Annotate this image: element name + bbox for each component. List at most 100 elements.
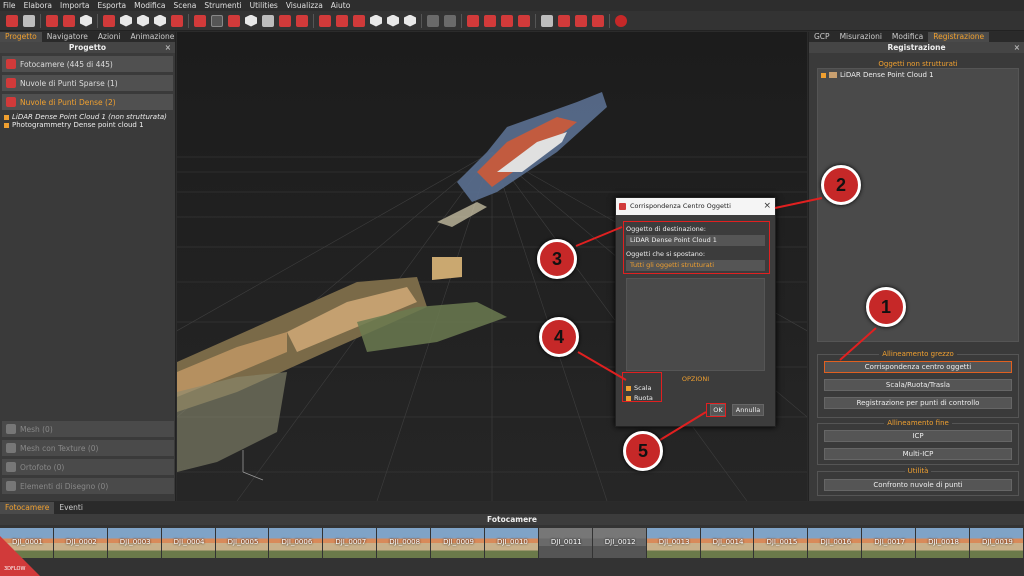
sparse-cloud-section[interactable]: Nuvole di Punti Sparse (1) — [2, 75, 173, 91]
menu-importa[interactable]: Importa — [60, 1, 90, 10]
camera-thumbnail[interactable]: DJI_0014 — [700, 528, 754, 558]
camera-thumbnail[interactable]: DJI_0010 — [485, 528, 538, 558]
camera-thumbnail[interactable]: DJI_0007 — [323, 528, 377, 558]
camera-thumbnail[interactable]: DJI_0005 — [215, 528, 269, 558]
camera-thumbnail[interactable]: DJI_0006 — [269, 528, 323, 558]
new-project-icon[interactable] — [6, 14, 18, 27]
menu-strumenti[interactable]: Strumenti — [204, 1, 241, 10]
undo-icon[interactable] — [427, 14, 439, 27]
tab-modifica[interactable]: Modifica — [887, 32, 928, 42]
camera-view-icon[interactable] — [319, 14, 331, 27]
point-mode-icon[interactable] — [211, 14, 223, 27]
tab-azioni[interactable]: Azioni — [93, 32, 126, 42]
camera-thumbnail[interactable]: DJI_0017 — [862, 528, 916, 558]
menu-modifica[interactable]: Modifica — [134, 1, 165, 10]
menu-file[interactable]: File — [3, 1, 16, 10]
thumbnail-label: DJI_0002 — [65, 538, 97, 546]
script-icon[interactable] — [541, 14, 553, 27]
menu-utilities[interactable]: Utilities — [250, 1, 278, 10]
tab-progetto[interactable]: Progetto — [0, 32, 42, 42]
close-icon[interactable]: × — [763, 198, 771, 215]
camera-thumbnail[interactable]: DJI_0015 — [754, 528, 808, 558]
control-point-registration-button[interactable]: Registrazione per punti di controllo — [824, 397, 1012, 409]
settings-icon[interactable] — [558, 14, 570, 27]
target-icon[interactable] — [336, 14, 348, 27]
tab-registrazione[interactable]: Registrazione — [928, 32, 990, 42]
menu-visualizza[interactable]: Visualizza — [286, 1, 323, 10]
camera-thumbnail[interactable]: DJI_0011 — [538, 528, 592, 558]
camera-thumbnail[interactable]: DJI_0019 — [970, 528, 1023, 558]
cube-settings-icon[interactable] — [575, 14, 587, 27]
scale-rotate-translate-button[interactable]: Scala/Ruota/Trasla — [824, 379, 1012, 391]
points-icon[interactable] — [228, 14, 240, 27]
dense-cloud-section[interactable]: Nuvole di Punti Dense (2) — [2, 94, 173, 110]
hex-add-icon[interactable] — [404, 14, 416, 27]
cameras-icon[interactable] — [46, 14, 58, 27]
triangles-icon[interactable] — [245, 14, 257, 27]
mesh-tri-icon[interactable] — [279, 14, 291, 27]
mesh-section[interactable]: Mesh (0) — [2, 421, 174, 437]
camera-thumbnail[interactable]: DJI_0008 — [377, 528, 431, 558]
transform-icon[interactable] — [467, 14, 479, 27]
ortho-icon[interactable] — [154, 14, 166, 27]
hex-icon[interactable] — [370, 14, 382, 27]
tab-eventi[interactable]: Eventi — [54, 502, 88, 514]
dense-cloud-icon[interactable] — [103, 14, 115, 27]
orbit-icon[interactable] — [194, 14, 206, 27]
unstructured-list: LiDAR Dense Point Cloud 1 — [817, 68, 1019, 342]
cameras-section[interactable]: Fotocamere (445 di 445) — [2, 56, 173, 72]
icp-button[interactable]: ICP — [824, 430, 1012, 442]
menu-elabora[interactable]: Elabora — [24, 1, 52, 10]
thumbnail-label: DJI_0013 — [658, 538, 690, 546]
camera-thumbnail[interactable]: DJI_0013 — [646, 528, 700, 558]
close-icon[interactable]: × — [165, 42, 171, 53]
tab-gcp[interactable]: GCP — [809, 32, 835, 42]
camera-thumbnail[interactable]: DJI_0009 — [431, 528, 485, 558]
brand-logo-text: 3DFLOW — [4, 566, 26, 572]
unstructured-item[interactable]: LiDAR Dense Point Cloud 1 — [818, 71, 1018, 79]
drawing-section[interactable]: Elementi di Disegno (0) — [2, 478, 174, 494]
moving-objects-list[interactable] — [626, 278, 765, 371]
tab-animazione[interactable]: Animazione — [125, 32, 179, 42]
cancel-button[interactable]: Annulla — [732, 404, 764, 416]
cube-icon[interactable] — [80, 14, 92, 27]
left-panel: Progetto Navigatore Azioni Animazione Pr… — [0, 32, 176, 501]
texture-icon[interactable] — [137, 14, 149, 27]
menu-aiuto[interactable]: Aiuto — [331, 1, 351, 10]
chart-icon[interactable] — [518, 14, 530, 27]
compare-clouds-button[interactable]: Confronto nuvole di punti — [824, 479, 1012, 491]
camera-thumbnail[interactable]: DJI_0004 — [161, 528, 215, 558]
crop-icon[interactable] — [484, 14, 496, 27]
tab-misurazioni[interactable]: Misurazioni — [835, 32, 887, 42]
menu-esporta[interactable]: Esporta — [98, 1, 127, 10]
sparse-cloud-icon[interactable] — [63, 14, 75, 27]
ortho-section[interactable]: Ortofoto (0) — [2, 459, 174, 475]
tab-fotocamere[interactable]: Fotocamere — [0, 502, 55, 514]
render-icon[interactable] — [171, 14, 183, 27]
close-icon[interactable]: × — [1014, 42, 1020, 53]
redo-icon[interactable] — [444, 14, 456, 27]
camera-thumbnail[interactable]: DJI_0018 — [916, 528, 970, 558]
measure-icon[interactable] — [501, 14, 513, 27]
brush-icon[interactable] — [296, 14, 308, 27]
mesh-label: Mesh (0) — [20, 424, 53, 434]
camera-thumbnail[interactable]: DJI_0002 — [53, 528, 107, 558]
thumbnail-label: DJI_0007 — [335, 538, 367, 546]
hex-select-icon[interactable] — [387, 14, 399, 27]
tree-item-photogrammetry[interactable]: Photogrammetry Dense point cloud 1 — [0, 121, 175, 129]
multi-icp-button[interactable]: Multi-ICP — [824, 448, 1012, 460]
grid-icon[interactable] — [353, 14, 365, 27]
triangles-wire-icon[interactable] — [262, 14, 274, 27]
cube-red-icon[interactable] — [592, 14, 604, 27]
menu-scena[interactable]: Scena — [174, 1, 197, 10]
save-icon[interactable] — [23, 14, 35, 27]
tree-item-lidar[interactable]: LiDAR Dense Point Cloud 1 (non struttura… — [0, 113, 175, 121]
camera-thumbnail[interactable]: DJI_0012 — [592, 528, 646, 558]
object-center-button[interactable]: Corrispondenza centro oggetti — [824, 361, 1012, 373]
tab-navigatore[interactable]: Navigatore — [42, 32, 93, 42]
camera-thumbnail[interactable]: DJI_0016 — [808, 528, 862, 558]
textured-mesh-section[interactable]: Mesh con Texture (0) — [2, 440, 174, 456]
help-icon[interactable] — [615, 14, 627, 27]
camera-thumbnail[interactable]: DJI_0003 — [107, 528, 161, 558]
mesh-icon[interactable] — [120, 14, 132, 27]
